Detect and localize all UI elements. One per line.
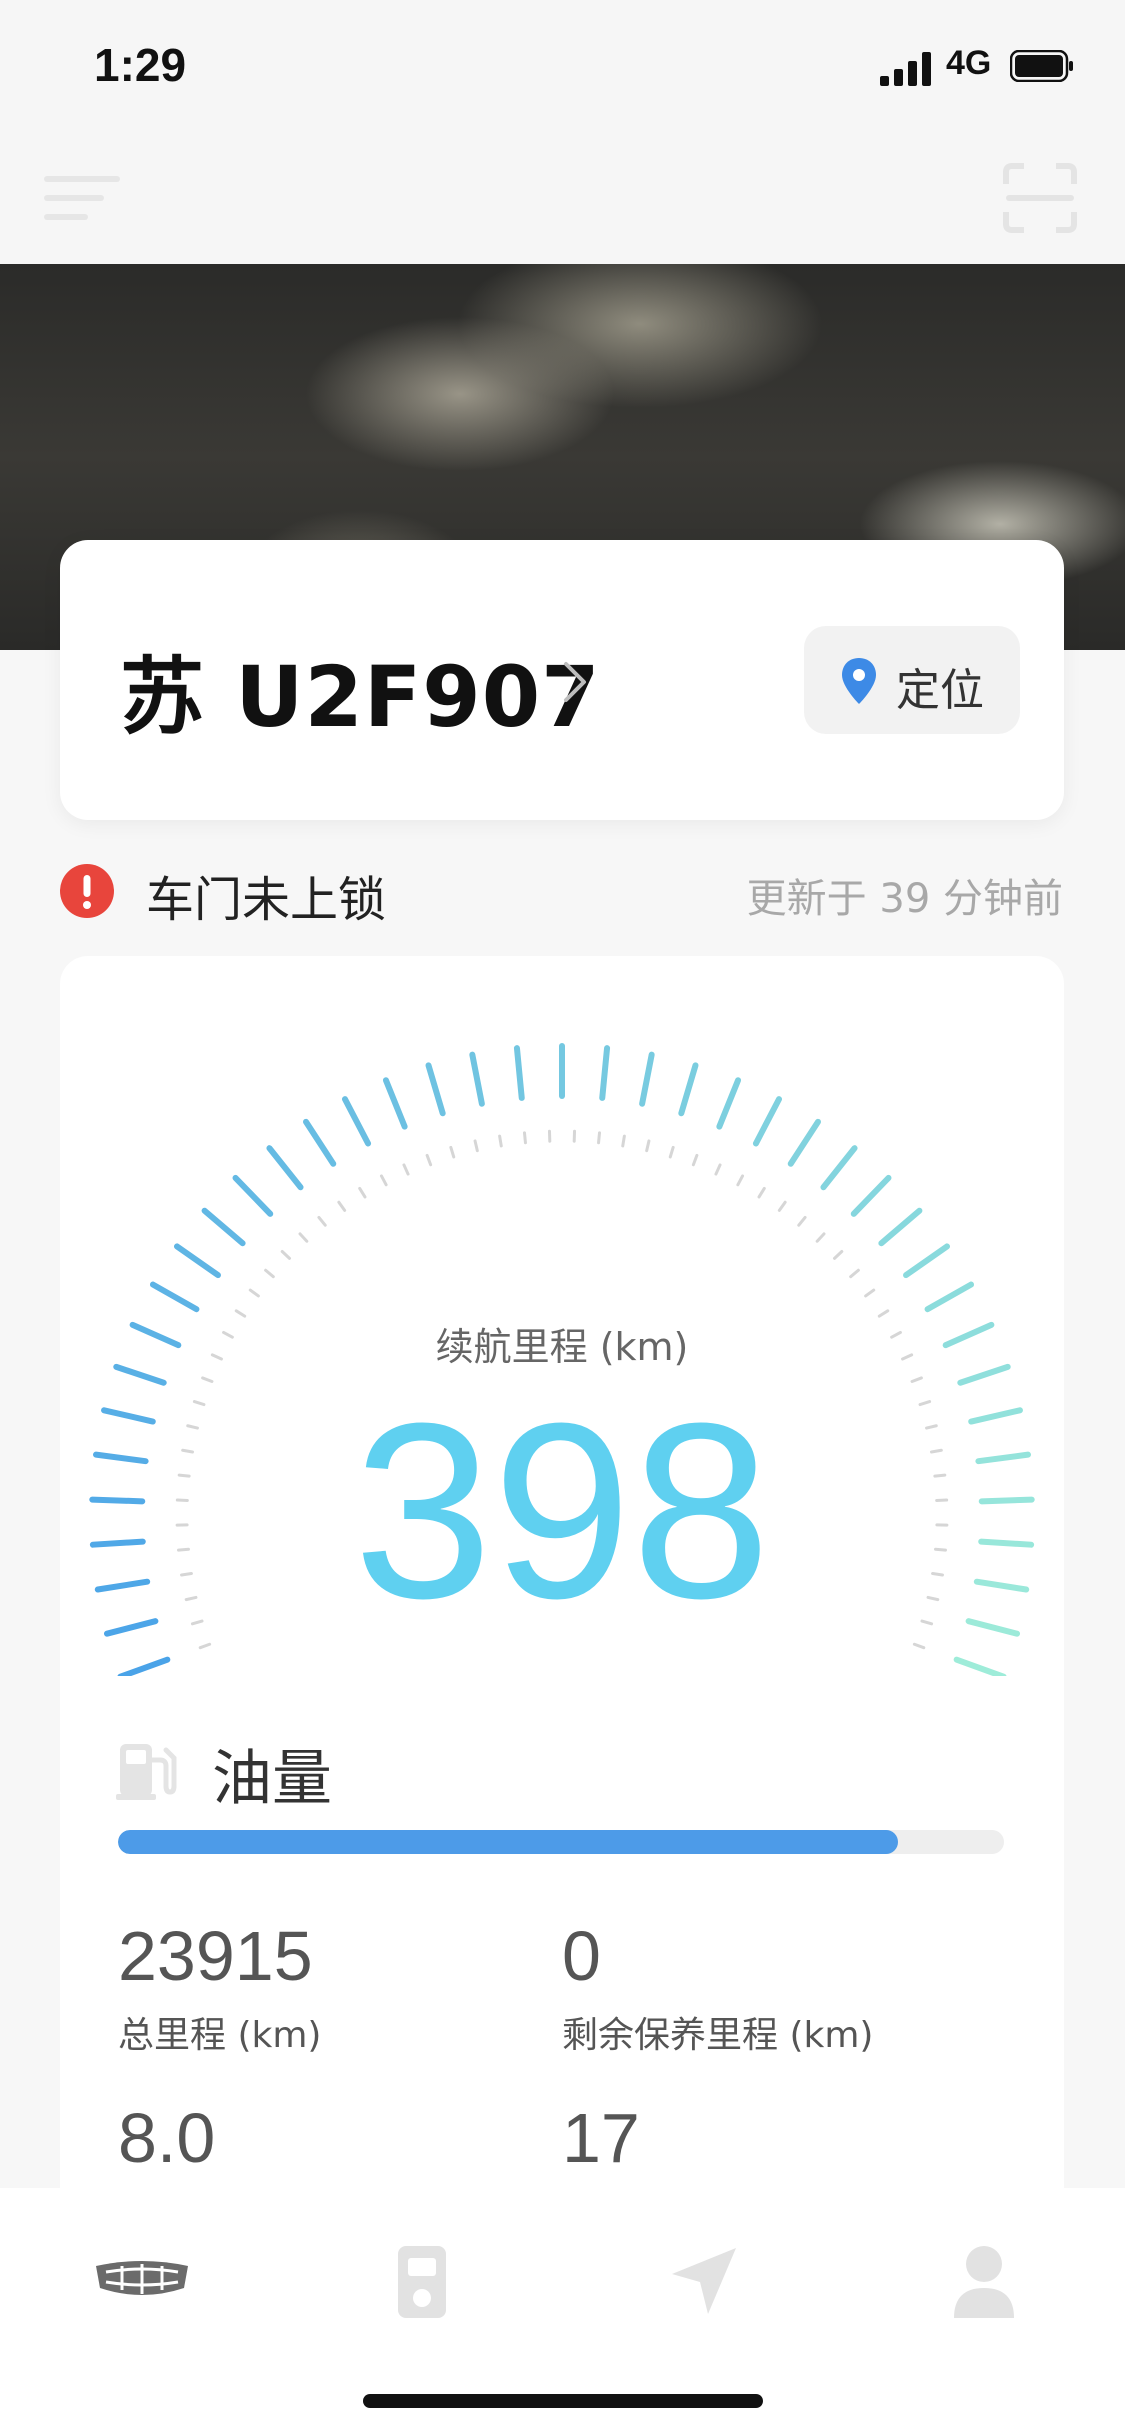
gauge-minor-tick bbox=[714, 1163, 722, 1176]
menu-icon[interactable] bbox=[44, 168, 120, 228]
door-unlocked-alert[interactable]: 车门未上锁 bbox=[146, 860, 386, 930]
gauge-minor-tick bbox=[358, 1186, 367, 1199]
gauge-tick bbox=[787, 1118, 821, 1167]
gauge-minor-tick bbox=[449, 1145, 456, 1159]
gauge-minor-tick bbox=[833, 1250, 844, 1260]
profile-icon[interactable] bbox=[934, 2236, 1034, 2326]
gauge-minor-tick bbox=[691, 1153, 699, 1167]
gauge-minor-tick bbox=[248, 1288, 260, 1298]
stat-3-value: 8.0 bbox=[118, 2099, 216, 2177]
status-time: 1:29 bbox=[94, 39, 187, 91]
signal-icon bbox=[880, 52, 931, 86]
gauge-tick bbox=[924, 1281, 975, 1313]
fuel-level-bar bbox=[118, 1830, 1004, 1854]
car-brand-icon[interactable] bbox=[92, 2236, 192, 2326]
gauge-tick bbox=[117, 1656, 171, 1676]
gauge-tick bbox=[599, 1045, 611, 1101]
gauge-minor-tick bbox=[736, 1174, 745, 1187]
gauge-minor-tick bbox=[912, 1642, 926, 1650]
gauge-tick bbox=[513, 1045, 525, 1101]
gauge-minor-tick bbox=[864, 1288, 876, 1298]
gauge-tick bbox=[850, 1174, 892, 1217]
locate-label: 定位 bbox=[896, 665, 984, 716]
battery-icon bbox=[1010, 50, 1073, 82]
fuel-label: 油量 bbox=[212, 1744, 332, 1814]
gauge-minor-tick bbox=[910, 1376, 923, 1384]
gauge-tick bbox=[201, 1207, 246, 1247]
gauge-minor-tick bbox=[317, 1215, 327, 1227]
remote-key-icon[interactable] bbox=[372, 2236, 472, 2326]
home-indicator bbox=[363, 2394, 763, 2408]
gauge-minor-tick bbox=[797, 1215, 807, 1227]
gauge-tick bbox=[232, 1174, 274, 1217]
update-time: 更新于 39 分钟前 bbox=[746, 876, 1063, 922]
gauge-minor-tick bbox=[201, 1376, 214, 1384]
gauge-tick bbox=[149, 1281, 200, 1313]
top-nav bbox=[0, 132, 1125, 264]
gauge-minor-tick bbox=[645, 1139, 651, 1153]
gauge-minor-tick bbox=[815, 1232, 826, 1243]
total-mileage-label: 总里程 (km) bbox=[118, 2015, 322, 2056]
gauge-minor-tick bbox=[280, 1250, 291, 1260]
gauge-minor-tick bbox=[473, 1139, 479, 1153]
gauge-minor-tick bbox=[498, 1134, 503, 1148]
gauge-minor-tick bbox=[668, 1145, 675, 1159]
fuel-level-fill bbox=[118, 1830, 898, 1854]
gauge-tick bbox=[173, 1243, 221, 1279]
gauge-minor-tick bbox=[198, 1642, 212, 1650]
gauge-tick bbox=[678, 1062, 699, 1117]
gauge-tick bbox=[752, 1096, 783, 1147]
location-pin-icon bbox=[842, 658, 876, 704]
status-bar: 1:29 4G bbox=[0, 0, 1125, 132]
locate-button[interactable]: 定位 bbox=[804, 626, 1020, 734]
network-type: 4G bbox=[946, 44, 992, 82]
total-mileage-value: 23915 bbox=[118, 1917, 313, 1995]
stat-4-value: 17 bbox=[562, 2099, 640, 2177]
fuel-pump-icon bbox=[116, 1744, 177, 1800]
chevron-right-icon[interactable] bbox=[560, 658, 590, 706]
gauge-tick bbox=[303, 1118, 337, 1167]
gauge-tick bbox=[878, 1207, 923, 1247]
gauge-minor-tick bbox=[621, 1134, 626, 1148]
range-label: 续航里程 (km) bbox=[435, 1325, 689, 1369]
gauge-minor-tick bbox=[597, 1131, 602, 1145]
gauge-tick bbox=[266, 1145, 304, 1191]
gauge-tick bbox=[716, 1077, 742, 1130]
gauge-minor-tick bbox=[379, 1174, 388, 1187]
gauge-tick bbox=[382, 1077, 408, 1130]
maintenance-mileage-label: 剩余保养里程 (km) bbox=[562, 2015, 874, 2056]
vehicle-status-card: 续航里程 (km) 398 油量 23915 总里程 (km) 0 剩余保养里程… bbox=[60, 956, 1064, 2256]
gauge-tick bbox=[903, 1243, 951, 1279]
gauge-minor-tick bbox=[777, 1200, 787, 1212]
scan-icon[interactable] bbox=[1002, 162, 1078, 234]
license-plate[interactable]: 苏 U2F907 bbox=[120, 630, 601, 751]
gauge-minor-tick bbox=[337, 1200, 347, 1212]
navigation-icon[interactable] bbox=[654, 2236, 754, 2326]
gauge-tick bbox=[341, 1096, 372, 1147]
alert-icon bbox=[60, 864, 114, 918]
gauge-tick bbox=[820, 1145, 858, 1191]
gauge-minor-tick bbox=[402, 1163, 410, 1176]
gauge-tick bbox=[425, 1062, 446, 1117]
vehicle-card: 苏 U2F907 定位 bbox=[60, 540, 1064, 820]
gauge-minor-tick bbox=[522, 1131, 527, 1145]
gauge-minor-tick bbox=[849, 1268, 860, 1279]
gauge-tick bbox=[469, 1051, 485, 1107]
gauge-minor-tick bbox=[264, 1268, 275, 1279]
range-value: 398 bbox=[353, 1371, 771, 1650]
gauge-minor-tick bbox=[425, 1153, 433, 1167]
gauge-minor-tick bbox=[298, 1232, 309, 1243]
gauge-tick bbox=[953, 1656, 1007, 1676]
gauge-minor-tick bbox=[757, 1186, 766, 1199]
gauge-tick bbox=[639, 1051, 655, 1107]
maintenance-mileage-value: 0 bbox=[562, 1917, 601, 1995]
